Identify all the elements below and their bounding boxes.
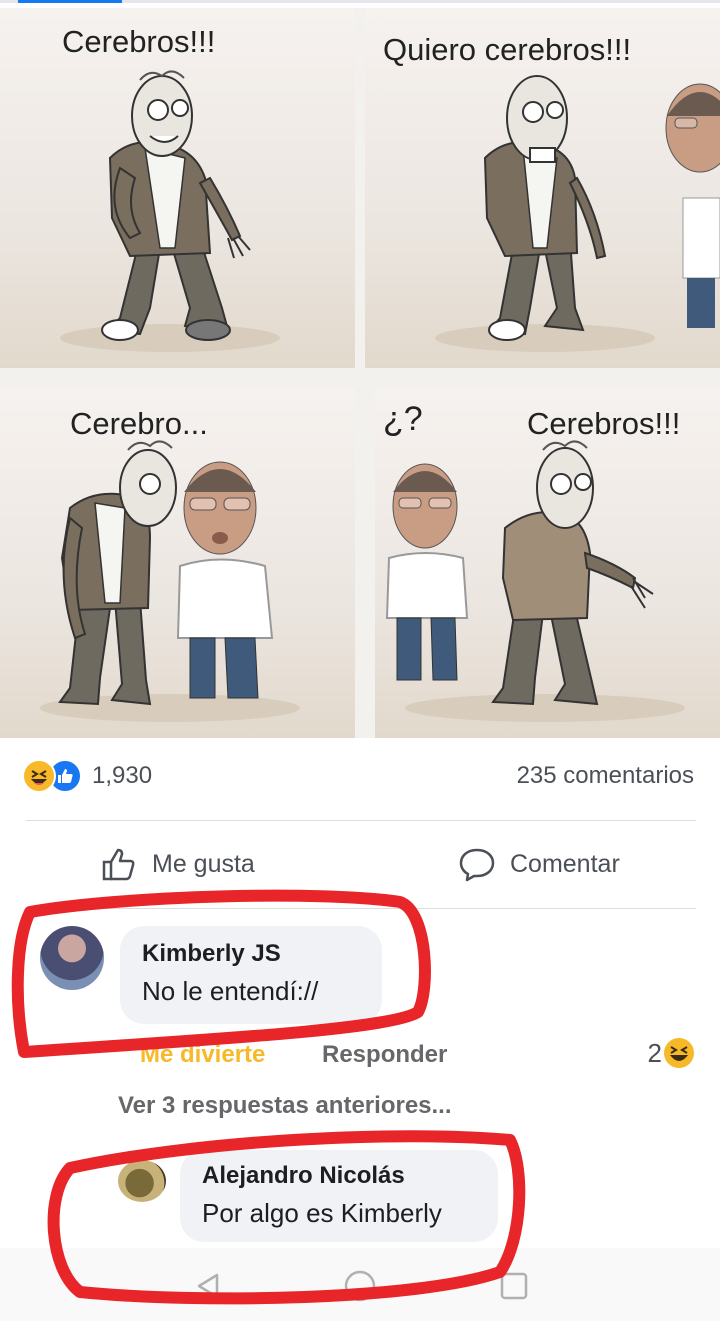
divider: [26, 820, 696, 821]
reaction-label[interactable]: Me divierte: [140, 1041, 265, 1069]
post-image[interactable]: Cerebros!!! Quiero cerebros!!! Cerebro..…: [0, 8, 720, 738]
comment-reaction-number: 2: [647, 1037, 662, 1068]
reactions-count: 1,930: [92, 762, 153, 789]
reactions-summary[interactable]: 1,930: [22, 758, 152, 794]
comment-text: No le entendí://: [142, 976, 319, 1006]
like-label: Me gusta: [152, 849, 255, 878]
comments-count[interactable]: 235 comentarios: [517, 762, 694, 790]
haha-emoji-icon: [664, 1038, 694, 1068]
zombie-illustration: [60, 70, 280, 352]
reply-author[interactable]: Alejandro Nicolás: [202, 1162, 476, 1190]
haha-emoji-icon: [22, 759, 56, 793]
home-icon[interactable]: [340, 1266, 380, 1306]
comment-button[interactable]: Comentar: [458, 842, 620, 886]
meme-panel-3: Cerebro...: [0, 388, 355, 738]
back-icon[interactable]: [188, 1266, 228, 1306]
avatar[interactable]: [40, 926, 104, 990]
zombie-and-man-illustration: [40, 440, 300, 722]
view-previous-replies[interactable]: Ver 3 respuestas anteriores...: [118, 1092, 452, 1120]
tab-indicator: [18, 0, 122, 3]
comment-label: Comentar: [510, 849, 620, 878]
zombie-and-man-illustration: [435, 75, 720, 352]
divider: [26, 908, 696, 909]
avatar[interactable]: [118, 1160, 166, 1202]
like-button[interactable]: Me gusta: [100, 842, 255, 886]
meme-panel-2: Quiero cerebros!!!: [365, 8, 720, 368]
comment-icon: [459, 848, 495, 882]
comment-author[interactable]: Kimberly JS: [142, 940, 360, 968]
meme-panel-1: Cerebros!!!: [0, 8, 355, 368]
reply-bubble[interactable]: Alejandro Nicolás Por algo es Kimberly: [180, 1150, 498, 1242]
reply-button[interactable]: Responder: [322, 1041, 447, 1069]
system-navigation-bar: [0, 1248, 720, 1321]
comment-bubble[interactable]: Kimberly JS No le entendí://: [120, 926, 382, 1024]
meme-panel-4: ¿? Cerebros!!!: [375, 388, 720, 738]
reply-text: Por algo es Kimberly: [202, 1198, 442, 1228]
recents-icon[interactable]: [494, 1266, 534, 1306]
thumbs-up-icon: [102, 848, 135, 881]
man-and-zombie-illustration: [385, 440, 685, 722]
comment-reaction-count[interactable]: 2: [648, 1036, 696, 1070]
